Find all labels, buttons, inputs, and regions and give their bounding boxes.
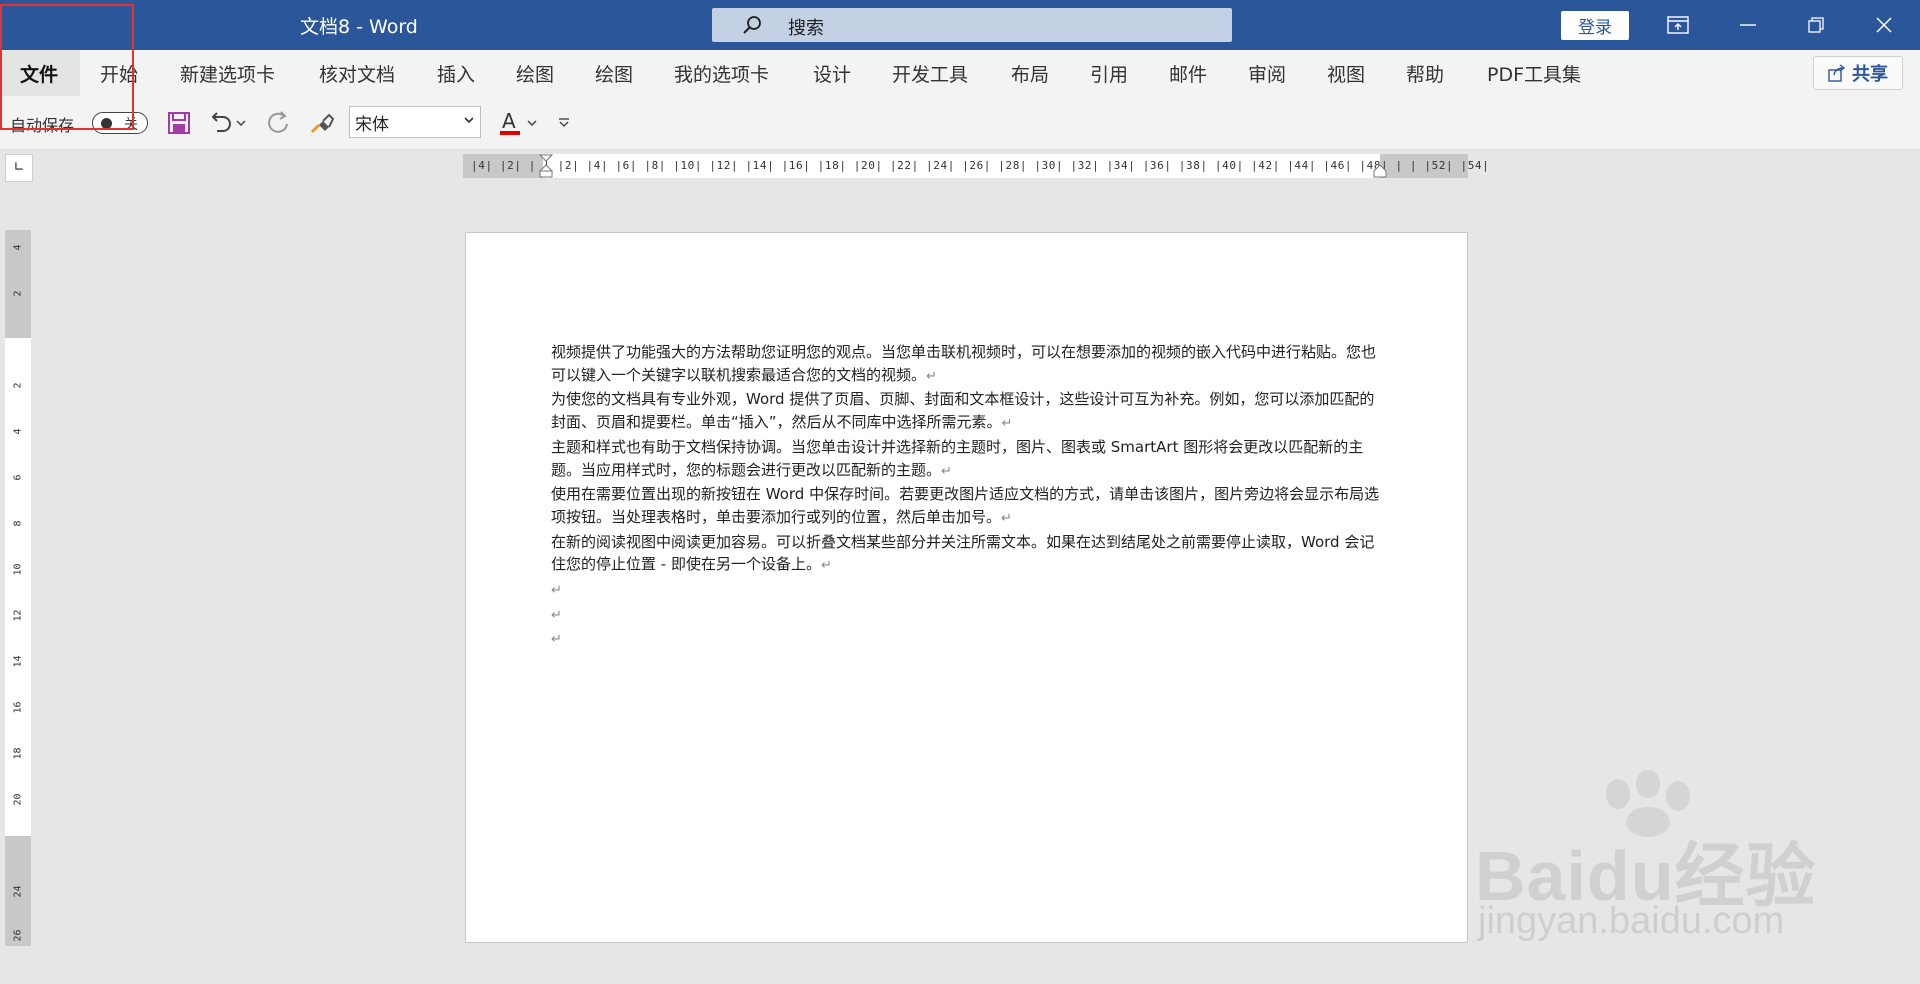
format-painter-icon[interactable] bbox=[308, 109, 336, 137]
share-label: 共享 bbox=[1852, 64, 1888, 85]
search-icon bbox=[743, 16, 761, 34]
title-bar: 文档8 - Word 搜索 登录 bbox=[0, 0, 1920, 50]
paragraph[interactable]: 视频提供了功能强大的方法帮助您证明您的观点。当您单击联机视频时，可以在想要添加的… bbox=[551, 341, 1386, 388]
tab-references[interactable]: 引用 bbox=[1090, 60, 1128, 87]
tab-my-tab[interactable]: 我的选项卡 bbox=[674, 60, 769, 87]
baidu-watermark: Baidu经验 jingyan.baidu.com bbox=[1470, 770, 1830, 950]
tab-review[interactable]: 审阅 bbox=[1248, 60, 1286, 87]
tab-pdf-tools[interactable]: PDF工具集 bbox=[1487, 60, 1581, 87]
empty-paragraph[interactable]: ↵ bbox=[551, 603, 1386, 628]
tab-help[interactable]: 帮助 bbox=[1406, 60, 1444, 87]
ribbon-display-icon[interactable] bbox=[1650, 0, 1706, 50]
vertical-ruler[interactable]: 4 2 2 4 6 8 10 12 14 16 18 20 24 26 bbox=[5, 230, 31, 946]
font-name-value: 宋体 bbox=[355, 114, 389, 135]
tab-draw-2[interactable]: 绘图 bbox=[595, 60, 633, 87]
restore-icon[interactable] bbox=[1788, 0, 1844, 50]
tab-mailings[interactable]: 邮件 bbox=[1169, 60, 1207, 87]
ruler-ticks: |4| |2| | | |2| |4| |6| |8| |10| |12| |1… bbox=[471, 159, 1490, 172]
share-button[interactable]: 共享 bbox=[1813, 56, 1903, 90]
document-title: 文档8 - Word bbox=[300, 16, 418, 38]
font-color-dropdown-icon[interactable] bbox=[524, 109, 540, 137]
login-button[interactable]: 登录 bbox=[1561, 11, 1629, 40]
vertical-tick: 2 bbox=[12, 290, 24, 297]
document-page[interactable]: 视频提供了功能强大的方法帮助您证明您的观点。当您单击联机视频时，可以在想要添加的… bbox=[465, 232, 1468, 943]
vertical-tick: 4 bbox=[12, 428, 24, 435]
document-body[interactable]: 视频提供了功能强大的方法帮助您证明您的观点。当您单击联机视频时，可以在想要添加的… bbox=[551, 341, 1386, 652]
tab-developer[interactable]: 开发工具 bbox=[892, 60, 968, 87]
paragraph-mark: ↵ bbox=[926, 368, 937, 384]
undo-dropdown-icon[interactable] bbox=[233, 109, 249, 137]
chevron-down-icon bbox=[464, 117, 474, 124]
tab-home[interactable]: 开始 bbox=[100, 60, 138, 87]
font-name-select[interactable]: 宋体 bbox=[349, 106, 481, 138]
watermark-logo: Baidu经验 bbox=[1475, 837, 1817, 915]
paragraph-mark: ↵ bbox=[1001, 510, 1012, 526]
paragraph[interactable]: 为使您的文档具有专业外观，Word 提供了页眉、页脚、封面和文本框设计，这些设计… bbox=[551, 388, 1386, 435]
right-indent-marker-icon[interactable] bbox=[1373, 164, 1387, 178]
vertical-tick: 2 bbox=[12, 382, 24, 389]
undo-icon[interactable] bbox=[207, 109, 235, 137]
vertical-tick: 20 bbox=[12, 793, 24, 806]
paw-logo-icon bbox=[1606, 770, 1690, 837]
tab-check-document[interactable]: 核对文档 bbox=[319, 60, 395, 87]
empty-paragraph[interactable]: ↵ bbox=[551, 627, 1386, 652]
autosave-label: 自动保存 bbox=[10, 116, 75, 135]
font-color-icon[interactable]: A bbox=[496, 109, 524, 137]
share-icon bbox=[1828, 64, 1846, 82]
tab-insert[interactable]: 插入 bbox=[437, 60, 475, 87]
tab-new-tab[interactable]: 新建选项卡 bbox=[180, 60, 275, 87]
tab-draw-1[interactable]: 绘图 bbox=[516, 60, 554, 87]
vertical-tick: 4 bbox=[12, 244, 24, 251]
vertical-tick: 16 bbox=[12, 701, 24, 714]
tab-view[interactable]: 视图 bbox=[1327, 60, 1365, 87]
indent-marker-icon[interactable] bbox=[539, 154, 553, 178]
tab-file[interactable]: 文件 bbox=[20, 60, 58, 87]
vertical-tick: 8 bbox=[12, 520, 24, 527]
empty-paragraph[interactable]: ↵ bbox=[551, 578, 1386, 603]
autosave-toggle[interactable]: 关 bbox=[92, 112, 148, 134]
search-placeholder: 搜索 bbox=[788, 18, 824, 39]
search-box[interactable]: 搜索 bbox=[712, 8, 1232, 42]
ribbon-tab-bar: 文件 开始 新建选项卡 核对文档 插入 绘图 绘图 我的选项卡 设计 开发工具 … bbox=[0, 50, 1920, 96]
svg-text:A: A bbox=[502, 110, 516, 133]
horizontal-ruler[interactable]: |4| |2| | | |2| |4| |6| |8| |10| |12| |1… bbox=[463, 154, 1489, 178]
vertical-tick: 6 bbox=[12, 474, 24, 481]
vertical-tick: 12 bbox=[12, 609, 24, 622]
quick-access-toolbar: 自动保存 关 宋体 A bbox=[0, 96, 1920, 150]
redo-icon[interactable] bbox=[264, 109, 292, 137]
paragraph[interactable]: 主题和样式也有助于文档保持协调。当您单击设计并选择新的主题时，图片、图表或 Sm… bbox=[551, 436, 1386, 483]
tab-layout[interactable]: 布局 bbox=[1011, 60, 1049, 87]
vertical-tick: 18 bbox=[12, 747, 24, 760]
customize-toolbar-icon[interactable] bbox=[553, 109, 575, 137]
paragraph-mark: ↵ bbox=[941, 463, 952, 479]
vertical-tick: 10 bbox=[12, 563, 24, 576]
paragraph-mark: ↵ bbox=[820, 558, 832, 574]
paragraph[interactable]: 使用在需要位置出现的新按钮在 Word 中保存时间。若要更改图片适应文档的方式，… bbox=[551, 483, 1386, 530]
watermark-url: jingyan.baidu.com bbox=[1478, 900, 1785, 942]
paragraph[interactable]: 在新的阅读视图中阅读更加容易。可以折叠文档某些部分并关注所需文本。如果在达到结尾… bbox=[551, 531, 1386, 578]
autosave-state: 关 bbox=[124, 117, 138, 133]
tab-selector-icon[interactable]: ∟ bbox=[5, 154, 33, 182]
toggle-knob bbox=[101, 118, 112, 129]
vertical-tick: 26 bbox=[12, 929, 24, 942]
paragraph-mark: ↵ bbox=[1001, 416, 1013, 432]
vertical-tick: 14 bbox=[12, 655, 24, 668]
save-icon[interactable] bbox=[165, 109, 193, 137]
close-icon[interactable] bbox=[1856, 0, 1912, 50]
vertical-tick: 24 bbox=[12, 885, 24, 898]
minimize-icon[interactable] bbox=[1720, 0, 1776, 50]
tab-design[interactable]: 设计 bbox=[813, 60, 851, 87]
